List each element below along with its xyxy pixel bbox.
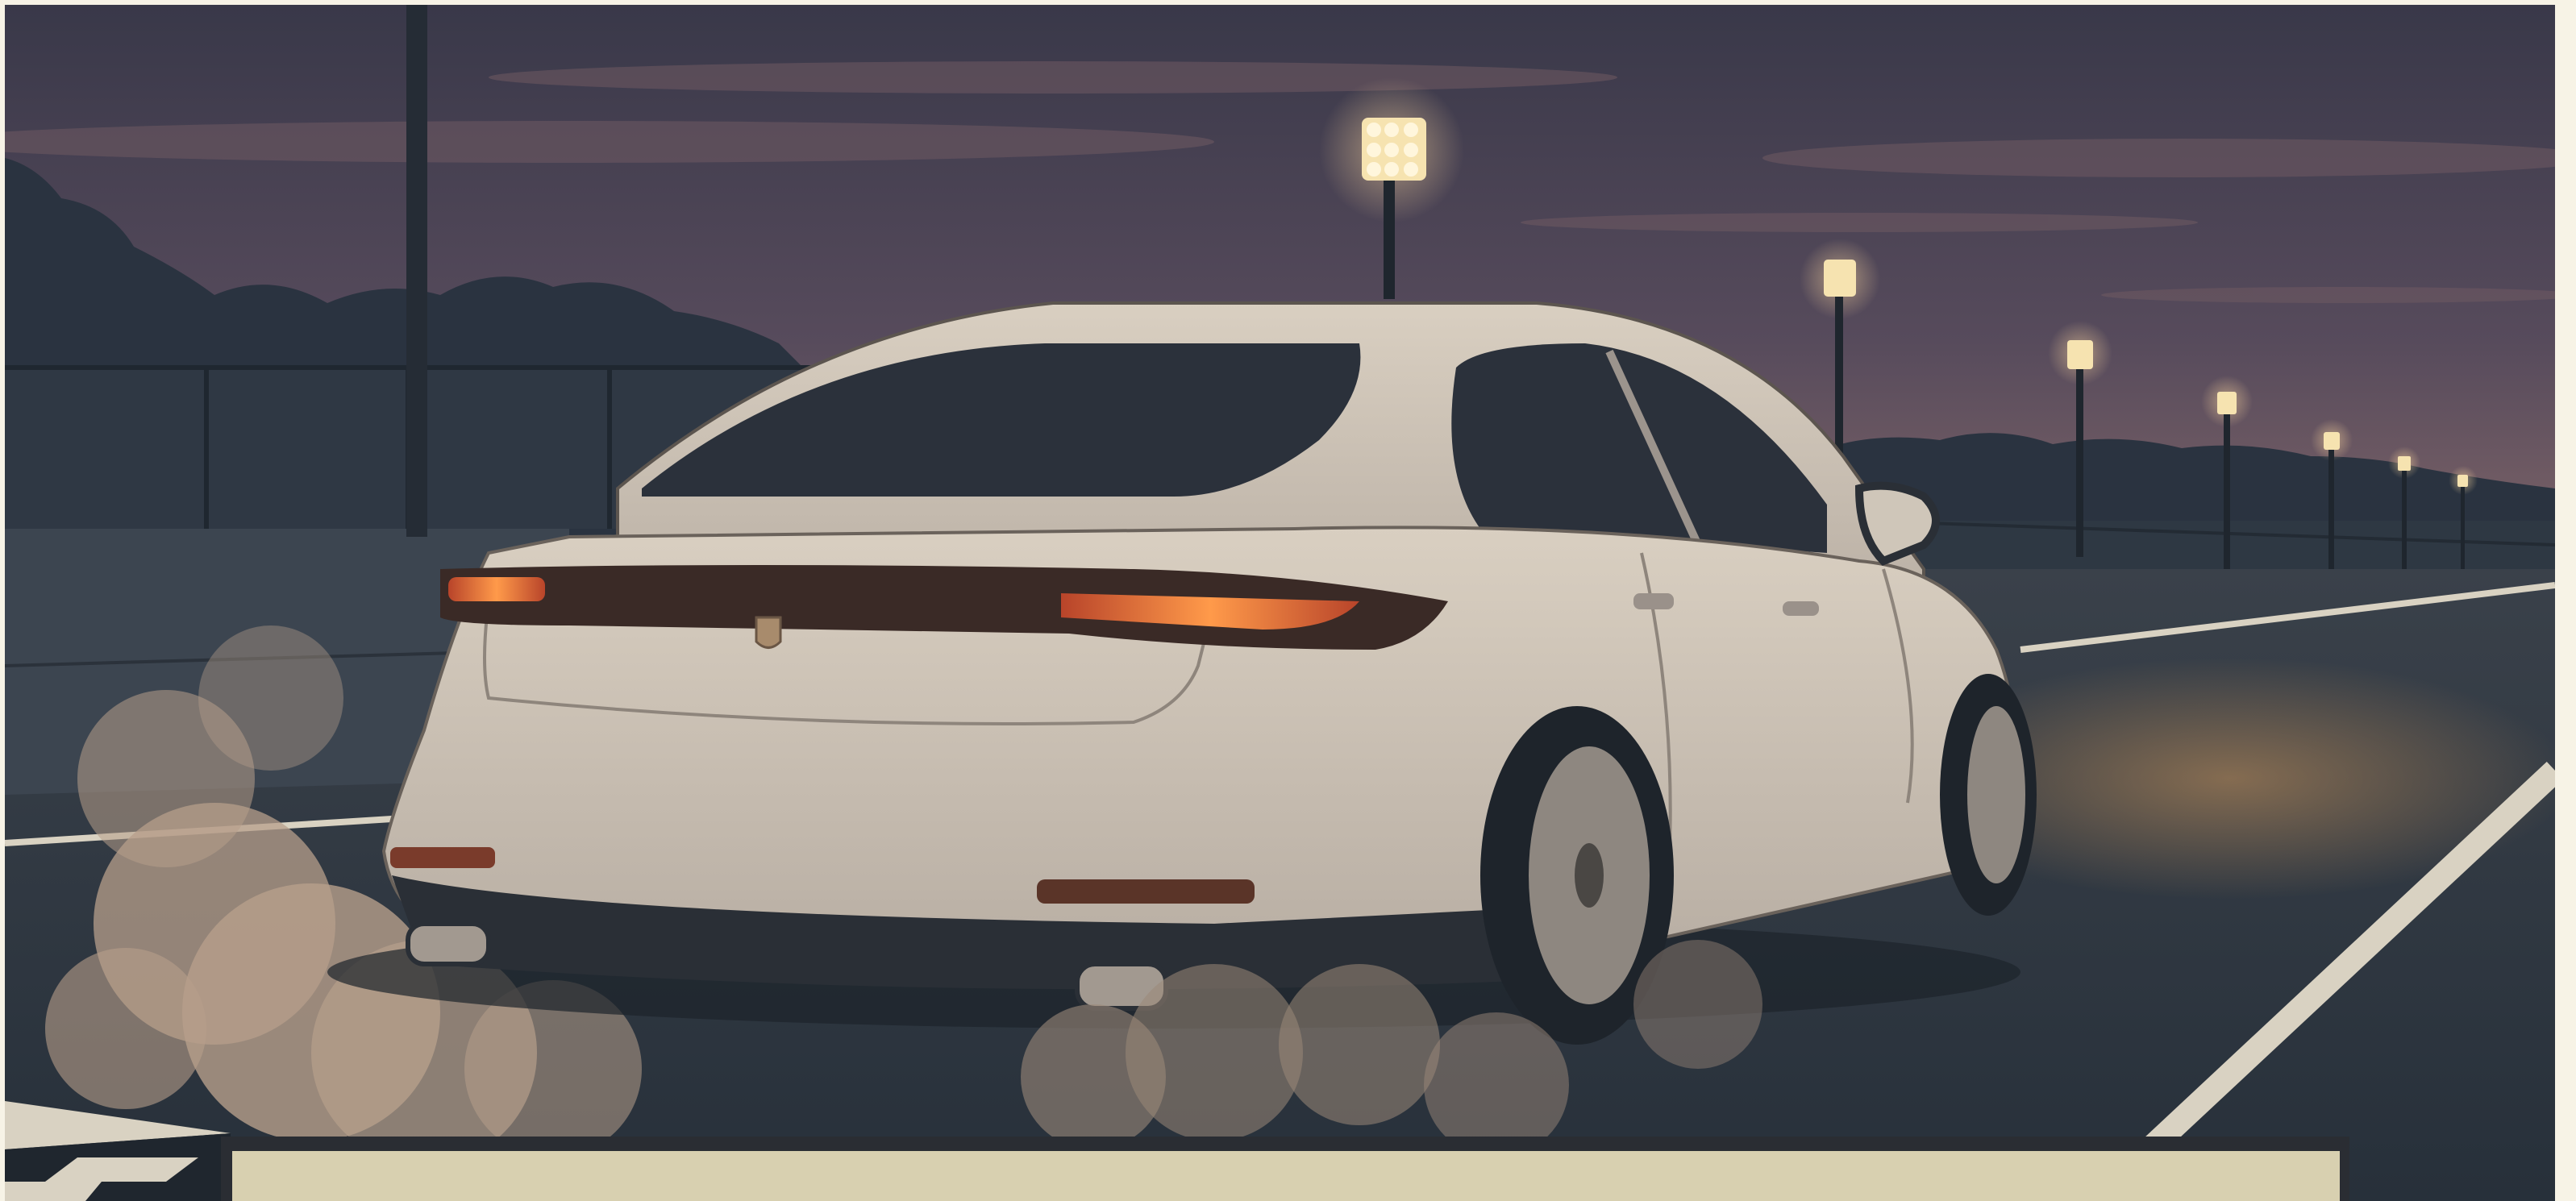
frame-right-edge <box>2555 0 2576 1201</box>
light-pole-left <box>406 5 427 537</box>
car-badge-icon <box>755 616 782 649</box>
frame-left-edge <box>0 0 5 1201</box>
right-fence <box>1858 519 2555 569</box>
bottom-banner <box>232 1151 2340 1201</box>
night-racetrack-scene <box>5 5 2555 1201</box>
frame-top-edge <box>0 0 2576 5</box>
